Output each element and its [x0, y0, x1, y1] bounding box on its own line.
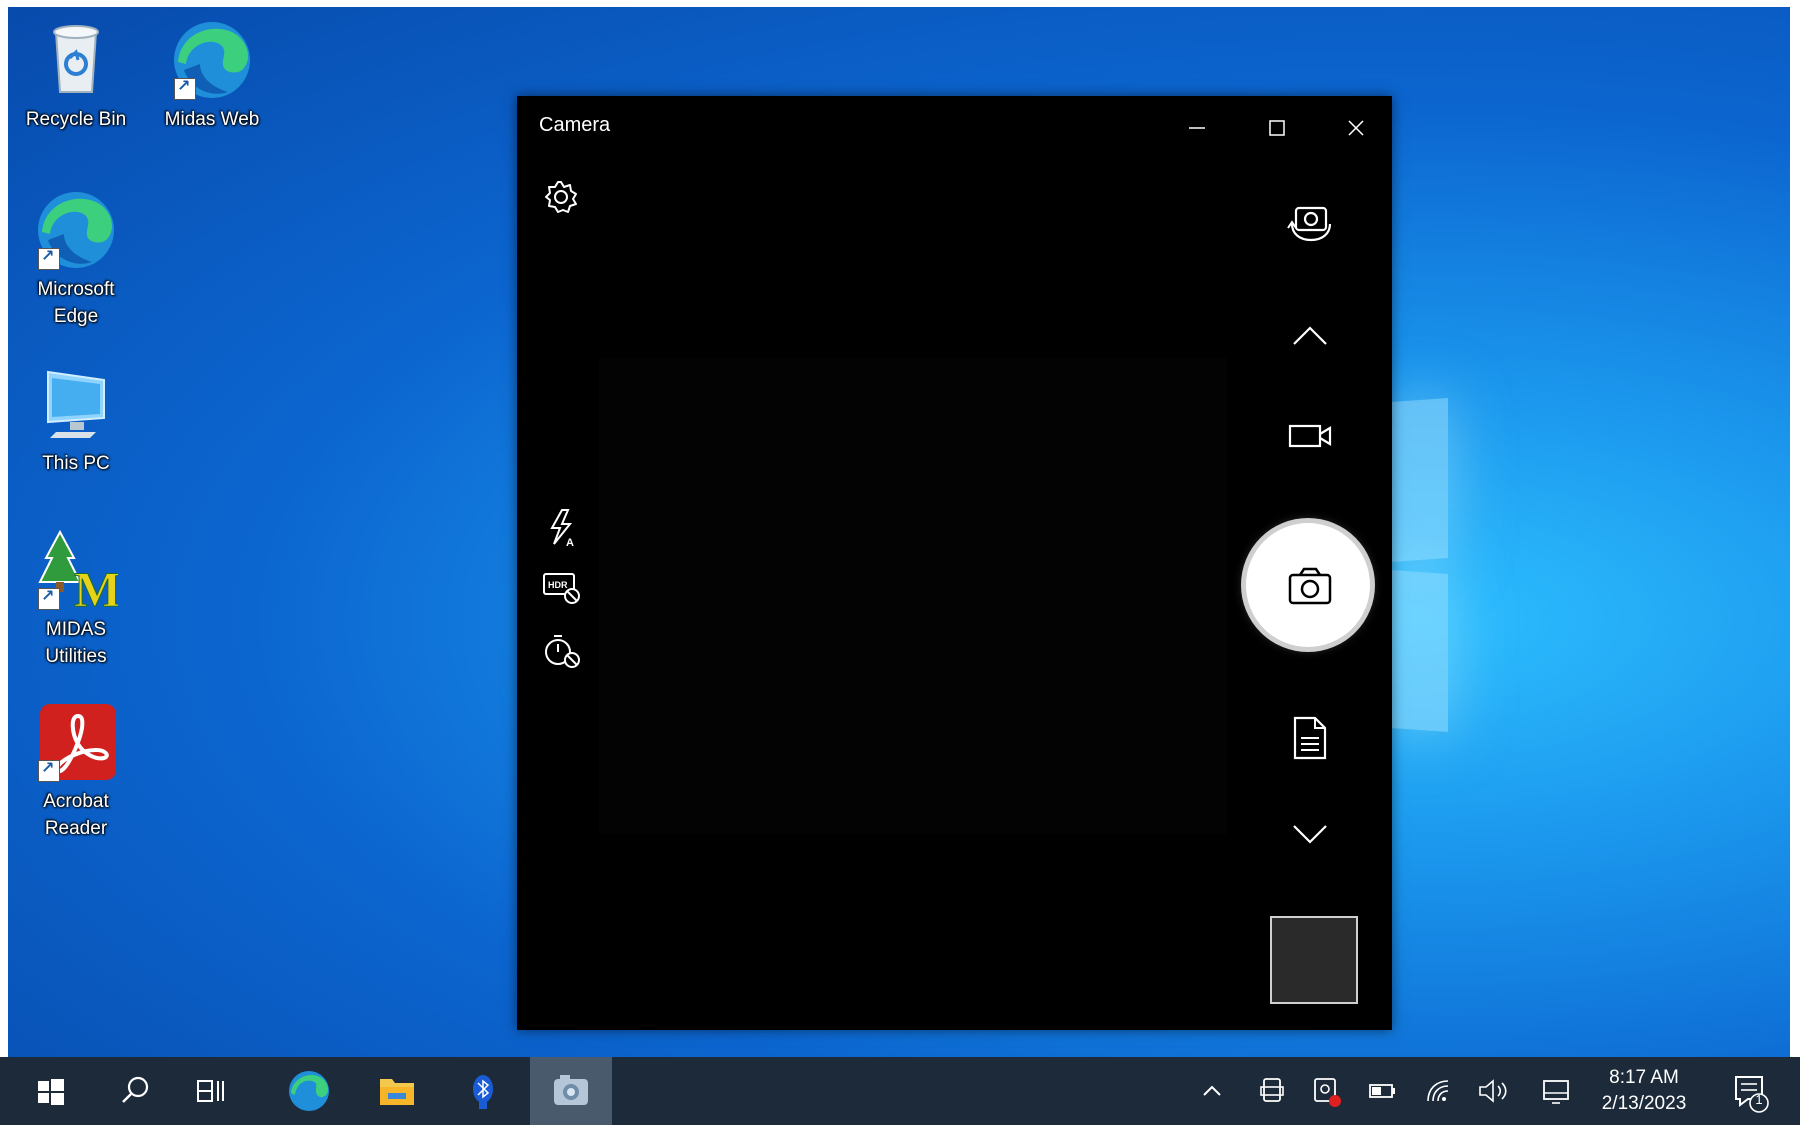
- desktop-icon-microsoft-edge[interactable]: Microsoft Edge: [24, 188, 128, 330]
- screen-edge-top: [0, 0, 1800, 7]
- flash-auto-icon[interactable]: A: [544, 508, 580, 553]
- desktop-icon-label: Midas Web: [164, 109, 260, 130]
- volume-icon[interactable]: [1474, 1057, 1514, 1125]
- hdr-off-icon[interactable]: HDR: [542, 570, 582, 611]
- desktop-icon-label: Microsoft Edge: [37, 279, 115, 327]
- clock-date: 2/13/2023: [1601, 1093, 1687, 1114]
- clock-time: 8:17 AM: [1609, 1067, 1679, 1088]
- tablet-icon[interactable]: [1254, 1057, 1290, 1125]
- computer-icon: [34, 362, 118, 446]
- svg-text:M: M: [74, 561, 118, 612]
- take-photo-button[interactable]: [1246, 523, 1370, 647]
- recycle-bin-icon: [34, 18, 118, 102]
- battery-icon[interactable]: [1364, 1057, 1400, 1125]
- camera-privacy-icon[interactable]: [1308, 1057, 1344, 1125]
- desktop-icon-midas-utilities[interactable]: M MIDAS Utilities: [24, 528, 128, 670]
- shortcut-arrow-icon: [38, 246, 60, 270]
- desktop-icon-label: Recycle Bin: [25, 109, 127, 130]
- desktop-icon-this-pc[interactable]: This PC: [24, 362, 128, 477]
- photo-capture-icon: [1288, 567, 1332, 605]
- edge-browser-icon: [34, 188, 118, 272]
- document-mode-icon[interactable]: [1293, 716, 1327, 765]
- minimize-button[interactable]: [1169, 108, 1225, 148]
- svg-text:HDR: HDR: [548, 580, 568, 590]
- search-icon[interactable]: [110, 1057, 160, 1125]
- chevron-down-icon[interactable]: [1290, 822, 1330, 853]
- taskbar-clock[interactable]: 8:17 AM 2/13/2023: [1584, 1065, 1704, 1117]
- close-button[interactable]: [1328, 108, 1384, 148]
- wifi-icon[interactable]: [1420, 1057, 1456, 1125]
- chevron-up-icon[interactable]: [1290, 322, 1330, 353]
- switch-camera-icon[interactable]: [1286, 200, 1336, 249]
- show-hidden-icons[interactable]: [1194, 1057, 1230, 1125]
- settings-icon[interactable]: [542, 178, 580, 221]
- video-mode-icon[interactable]: [1288, 422, 1334, 455]
- bluetooth-app-icon[interactable]: [458, 1057, 508, 1125]
- svg-text:A: A: [566, 537, 574, 548]
- timer-off-icon[interactable]: [542, 630, 582, 675]
- shortcut-arrow-icon: [38, 586, 60, 610]
- desktop: Recycle Bin Midas Web Microsoft Edge: [0, 0, 1800, 1125]
- camera-viewfinder: [599, 358, 1227, 834]
- shortcut-arrow-icon: [38, 758, 60, 782]
- taskbar: 8:17 AM 2/13/2023 1: [0, 1057, 1800, 1125]
- touch-keyboard-icon[interactable]: [1536, 1057, 1576, 1125]
- notification-count-badge: 1: [1755, 1092, 1763, 1107]
- desktop-icon-label: Acrobat Reader: [43, 791, 109, 839]
- camera-app-icon[interactable]: [530, 1057, 612, 1125]
- desktop-icon-label: This PC: [42, 453, 110, 474]
- screen-edge-left: [0, 0, 8, 1125]
- window-title: Camera: [539, 114, 611, 136]
- midas-utilities-icon: M: [34, 528, 122, 618]
- start-icon[interactable]: [26, 1057, 76, 1125]
- desktop-icon-recycle-bin[interactable]: Recycle Bin: [24, 18, 128, 133]
- file-explorer-icon[interactable]: [372, 1057, 422, 1125]
- screen-edge-right: [1790, 0, 1800, 1125]
- desktop-icon-midas-web[interactable]: Midas Web: [160, 18, 264, 133]
- edge-icon[interactable]: [282, 1057, 336, 1125]
- task-view-icon[interactable]: [186, 1057, 236, 1125]
- last-photo-thumbnail[interactable]: [1270, 916, 1358, 1004]
- acrobat-reader-icon: [34, 700, 118, 784]
- desktop-icon-acrobat-reader[interactable]: Acrobat Reader: [24, 700, 128, 842]
- camera-window: Camera A HDR: [517, 96, 1392, 1030]
- camera-title-bar[interactable]: Camera: [517, 96, 1392, 156]
- desktop-icon-label: MIDAS Utilities: [45, 619, 107, 667]
- action-center-icon[interactable]: 1: [1726, 1057, 1774, 1125]
- edge-browser-icon: [170, 18, 254, 102]
- shortcut-arrow-icon: [174, 76, 196, 100]
- maximize-button[interactable]: [1249, 108, 1305, 148]
